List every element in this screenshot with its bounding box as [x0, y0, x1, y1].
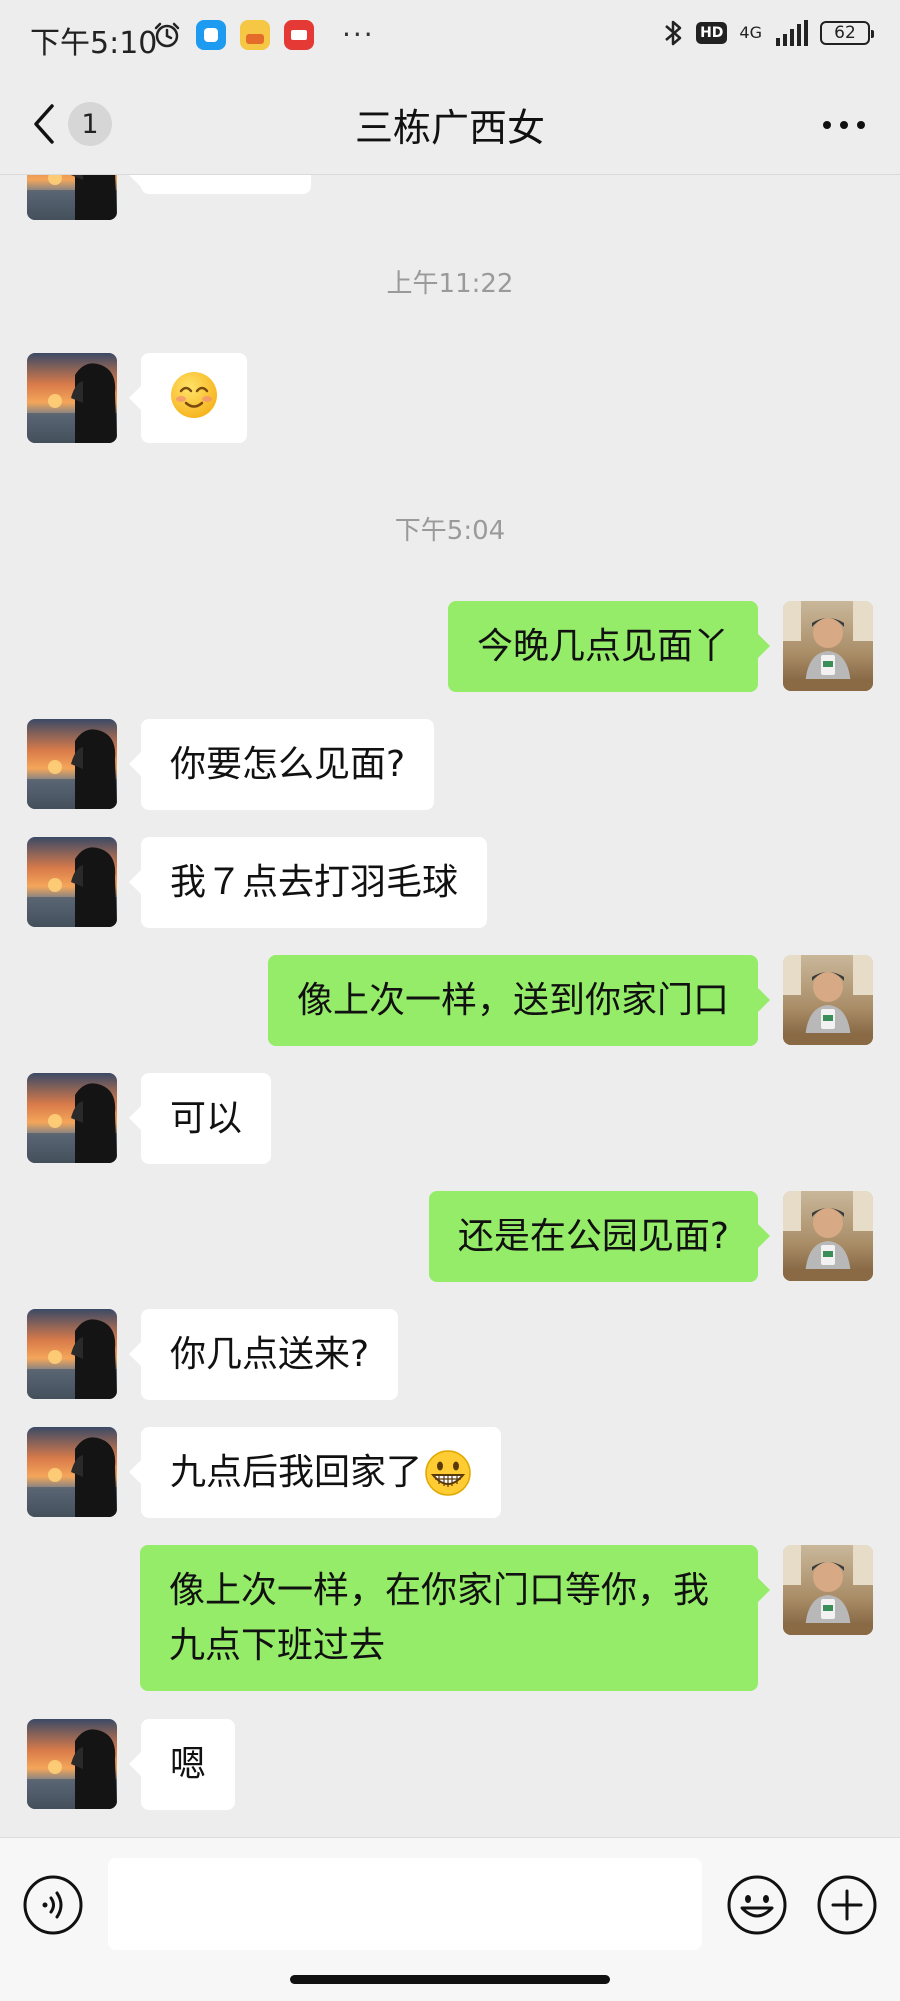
grinning-face-icon	[425, 1449, 471, 1496]
message-bubble[interactable]: 你几点送来?	[128, 1309, 399, 1400]
message-bubble[interactable]: 像上次一样，送到你家门口	[267, 955, 771, 1046]
message-input[interactable]	[108, 1858, 702, 1950]
home-indicator[interactable]	[290, 1975, 610, 1984]
chat-title: 三栋广西女	[354, 105, 545, 150]
status-icons-right: HD 4G 62	[662, 18, 874, 48]
emoji-face-icon	[727, 1875, 787, 1935]
message-text: 还是在公园见面?	[457, 1216, 729, 1257]
message-list[interactable]: 上午11:22 下午5:04 今晚几点见面丫 你要怎么见面? 我７点去打羽毛球 …	[0, 175, 900, 1837]
message-text: 我７点去打羽毛球	[170, 862, 459, 903]
network-type: 4G	[739, 23, 762, 42]
contact-avatar[interactable]	[27, 1309, 117, 1399]
app-notification-icon	[196, 20, 226, 50]
status-time: 下午5:10	[30, 26, 158, 61]
emoji-button[interactable]	[726, 1874, 788, 1936]
voice-input-button[interactable]	[22, 1874, 84, 1936]
message-text: 九点后我回家了	[170, 1452, 423, 1493]
app-notification-icon	[284, 20, 314, 50]
status-icons-left: ···	[152, 20, 375, 50]
bluetooth-icon	[665, 20, 682, 46]
contact-avatar[interactable]	[27, 1719, 117, 1809]
more-notifications-indicator: ···	[342, 18, 375, 51]
message-text: 像上次一样，送到你家门口	[296, 980, 729, 1021]
more-options-button[interactable]	[816, 108, 872, 142]
contact-avatar[interactable]	[27, 175, 117, 220]
message-text: 像上次一样，在你家门口等你，我九点下班过去	[169, 1570, 710, 1666]
more-dots-icon	[823, 121, 865, 129]
timestamp: 上午11:22	[386, 269, 514, 299]
message-bubble[interactable]: 你要怎么见面?	[128, 719, 435, 810]
message-bubble[interactable]: 九点后我回家了	[128, 1427, 502, 1518]
my-avatar[interactable]	[783, 1545, 873, 1635]
hd-badge: HD	[696, 22, 728, 44]
contact-avatar[interactable]	[27, 1427, 117, 1517]
my-avatar[interactable]	[783, 1191, 873, 1281]
battery-indicator: 62	[820, 21, 874, 45]
message-bubble[interactable]: 还是在公园见面?	[428, 1191, 771, 1282]
message-bubble[interactable]	[129, 175, 311, 194]
message-bubble[interactable]: 今晚几点见面丫	[447, 601, 771, 692]
chevron-left-icon	[34, 104, 54, 144]
message-text: 今晚几点见面丫	[476, 626, 729, 667]
message-bubble[interactable]: 像上次一样，在你家门口等你，我九点下班过去	[140, 1545, 770, 1691]
app-notification-icon	[240, 20, 270, 50]
chat-header: 三栋广西女 1	[0, 74, 900, 175]
message-bubble[interactable]	[129, 353, 247, 443]
alarm-icon	[154, 22, 180, 48]
message-bubble[interactable]: 我７点去打羽毛球	[128, 837, 488, 928]
message-text: 嗯	[170, 1744, 207, 1785]
smiling-face-icon	[171, 372, 217, 418]
message-bubble[interactable]: 嗯	[128, 1719, 236, 1810]
contact-avatar[interactable]	[27, 1073, 117, 1163]
timestamp: 下午5:04	[394, 516, 506, 546]
contact-avatar[interactable]	[27, 719, 117, 809]
message-text: 可以	[170, 1098, 243, 1139]
message-bubble[interactable]: 可以	[128, 1073, 272, 1164]
more-actions-button[interactable]	[816, 1874, 878, 1936]
signal-icon	[776, 20, 808, 46]
message-text: 你几点送来?	[170, 1334, 370, 1375]
voice-icon	[23, 1875, 83, 1935]
my-avatar[interactable]	[783, 955, 873, 1045]
unread-count-badge: 1	[68, 102, 112, 146]
battery-level: 62	[834, 23, 856, 43]
plus-icon	[817, 1875, 877, 1935]
my-avatar[interactable]	[783, 601, 873, 691]
contact-avatar[interactable]	[27, 353, 117, 443]
status-bar: 下午5:10 ··· HD 4G 62	[0, 0, 900, 74]
message-text: 你要怎么见面?	[170, 744, 406, 785]
back-button[interactable]: 1	[30, 96, 130, 152]
contact-avatar[interactable]	[27, 837, 117, 927]
